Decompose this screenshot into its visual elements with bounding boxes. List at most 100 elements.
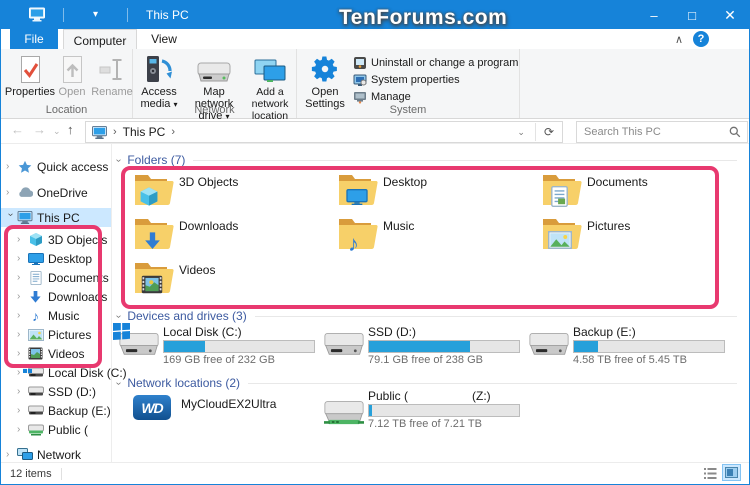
access-media-button[interactable]: Access media ▾	[134, 52, 184, 111]
details-view-button[interactable]	[702, 466, 719, 481]
minimize-ribbon-icon[interactable]: ∧	[675, 33, 683, 46]
folder-label: Music	[383, 219, 415, 233]
chevron-right-icon[interactable]: ›	[17, 386, 26, 397]
chevron-right-icon[interactable]: ›	[17, 291, 26, 302]
help-icon[interactable]: ?	[693, 31, 709, 47]
sidebar-label: OneDrive	[37, 185, 88, 200]
folder-tile-music[interactable]: ♪ Music	[338, 216, 534, 256]
chevron-right-icon[interactable]: ›	[17, 424, 26, 435]
uninstall-program-button[interactable]: Uninstall or change a program	[353, 54, 518, 71]
section-title: Devices and drives (3)	[127, 309, 247, 323]
drive-tile-local-disk-c[interactable]: Local Disk (C:) 169 GB free of 232 GB	[113, 321, 319, 369]
folder-tile-videos[interactable]: Videos	[134, 260, 330, 300]
sidebar-item-videos[interactable]: › Videos	[1, 344, 122, 363]
search-input[interactable]: Search This PC	[576, 121, 748, 143]
folder-tile-desktop[interactable]: Desktop	[338, 172, 534, 212]
section-header-devices[interactable]: › Devices and drives (3)	[113, 308, 737, 324]
manage-button[interactable]: Manage	[353, 88, 411, 105]
breadcrumb[interactable]: › This PC › ⌄ ⟳	[85, 121, 563, 143]
refresh-icon[interactable]: ⟳	[544, 125, 554, 139]
breadcrumb-chevron-icon[interactable]: ›	[113, 126, 117, 138]
windows-flag-icon	[113, 321, 130, 343]
chevron-right-icon[interactable]: ›	[6, 161, 15, 172]
tab-view[interactable]: View	[140, 29, 188, 49]
collapse-chevron-icon[interactable]: ›	[113, 158, 124, 161]
address-separator	[534, 123, 536, 141]
sidebar-item-ssd-d[interactable]: › SSD (D:)	[1, 382, 122, 401]
folder-tile-downloads[interactable]: Downloads	[134, 216, 330, 256]
sidebar-item-documents[interactable]: › Documents	[1, 268, 122, 287]
tab-computer[interactable]: Computer	[63, 29, 137, 51]
forward-button[interactable]: →	[33, 122, 46, 137]
chevron-right-icon[interactable]: ›	[17, 272, 26, 283]
folder-tile-3d-objects[interactable]: 3D Objects	[134, 172, 330, 212]
desktop-monitor-icon	[346, 189, 368, 208]
rename-icon	[98, 52, 126, 84]
chevron-right-icon[interactable]: ›	[17, 329, 26, 340]
capacity-bar	[368, 404, 520, 417]
system-properties-button[interactable]: System properties	[353, 71, 460, 88]
3d-cube-icon	[139, 186, 159, 210]
ribbon-group-system: Open Settings Uninstall or change a progr…	[297, 49, 520, 118]
ribbon-group-location: Properties Open Rename Location	[1, 49, 133, 118]
network-drive-icon	[26, 424, 45, 436]
sidebar-item-pictures[interactable]: › Pictures	[1, 325, 122, 344]
network-tile-public-z[interactable]: Public ((Z:) 7.12 TB free of 7.21 TB	[324, 389, 524, 433]
uninstall-program-icon	[353, 56, 367, 70]
collapse-chevron-icon[interactable]: ›	[113, 314, 124, 317]
section-header-folders[interactable]: › Folders (7)	[113, 152, 737, 168]
this-pc-icon	[15, 211, 34, 224]
sidebar-item-this-pc[interactable]: › This PC	[1, 208, 111, 227]
chevron-down-icon[interactable]: ›	[5, 213, 16, 222]
large-icons-view-button[interactable]	[722, 464, 741, 481]
sidebar-item-3d-objects[interactable]: › 3D Objects	[1, 230, 122, 249]
drive-name: Backup (E:)	[573, 325, 636, 339]
maximize-button[interactable]: □	[673, 1, 711, 29]
sidebar-item-local-disk-c[interactable]: › Local Disk (C:)	[1, 363, 127, 382]
chevron-right-icon[interactable]: ›	[6, 449, 15, 460]
recent-locations-dropdown-icon[interactable]: ⌄	[53, 126, 61, 137]
tab-file[interactable]: File	[10, 29, 58, 49]
wd-logo: WD	[133, 395, 171, 420]
chevron-right-icon[interactable]: ›	[17, 253, 26, 264]
collapse-chevron-icon[interactable]: ›	[113, 381, 124, 384]
network-tile-mycloud[interactable]: WD MyCloudEX2Ultra	[119, 393, 319, 437]
sidebar-item-music[interactable]: › ♪ Music	[1, 306, 122, 325]
chevron-right-icon[interactable]: ›	[17, 348, 26, 359]
breadcrumb-chevron-icon[interactable]: ›	[171, 126, 175, 138]
drive-icon	[324, 329, 364, 360]
chevron-right-icon[interactable]: ›	[17, 310, 26, 321]
drive-tile-backup-e[interactable]: Backup (E:) 4.58 TB free of 5.45 TB	[529, 325, 729, 369]
address-dropdown-icon[interactable]: ⌄	[517, 127, 525, 138]
breadcrumb-this-pc[interactable]: This PC	[123, 125, 166, 139]
minimize-button[interactable]: –	[635, 1, 673, 29]
close-button[interactable]: ✕	[711, 1, 749, 29]
section-rule	[254, 315, 737, 317]
back-button[interactable]: ←	[11, 122, 24, 137]
chevron-right-icon[interactable]: ›	[6, 187, 15, 198]
folder-tile-documents[interactable]: Documents	[542, 172, 738, 212]
ribbon-tab-bar: File Computer View ∧ ?	[1, 29, 749, 51]
rename-button[interactable]: Rename	[85, 52, 139, 98]
sidebar-item-backup-e[interactable]: › Backup (E:)	[1, 401, 122, 420]
open-settings-button[interactable]: Open Settings	[298, 52, 352, 110]
chevron-right-icon[interactable]: ›	[17, 405, 26, 416]
quick-access-toolbar-dropdown-icon[interactable]: ▾	[93, 9, 98, 20]
sidebar-item-quick-access[interactable]: › Quick access	[1, 157, 111, 176]
section-title: Network locations (2)	[127, 376, 241, 390]
rename-label: Rename	[91, 86, 133, 98]
sidebar-item-downloads[interactable]: › Downloads	[1, 287, 122, 306]
picture-icon	[548, 231, 572, 252]
sidebar-item-desktop[interactable]: › Desktop	[1, 249, 122, 268]
up-button[interactable]: ↑	[67, 122, 74, 137]
sidebar-item-onedrive[interactable]: › OneDrive	[1, 183, 111, 202]
search-icon[interactable]	[729, 126, 741, 138]
folder-tile-pictures[interactable]: Pictures	[542, 216, 738, 256]
status-divider	[60, 467, 62, 480]
chevron-right-icon[interactable]: ›	[17, 234, 26, 245]
system-properties-label: System properties	[371, 73, 460, 86]
drive-tile-ssd-d[interactable]: SSD (D:) 79.1 GB free of 238 GB	[324, 325, 524, 369]
this-pc-app-icon[interactable]	[29, 7, 45, 25]
film-strip-icon	[141, 275, 163, 297]
sidebar-item-public-z[interactable]: › Public (	[1, 420, 122, 439]
